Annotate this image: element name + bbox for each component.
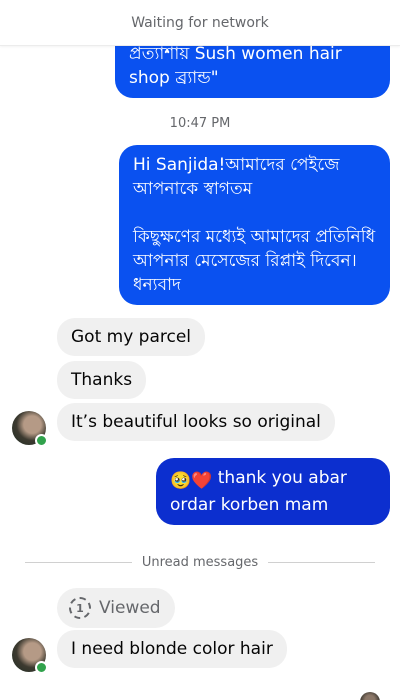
message-text: It’s beautiful looks so original	[71, 412, 321, 432]
message-text: Got my parcel	[71, 327, 192, 347]
network-status-text: Waiting for network	[131, 14, 269, 31]
view-once-icon: 1	[69, 597, 91, 619]
online-status-icon	[35, 661, 48, 674]
message-text: প্রত্যাশায় Sush women hair shop ব্র্যান…	[129, 44, 342, 88]
view-once-media[interactable]: 1 Viewed	[57, 588, 175, 628]
message-text: Hi Sanjida!আমাদের পেইজে আপনাকে স্বাগতম	[133, 155, 340, 199]
incoming-message-bubble[interactable]: I need blonde color hair	[57, 630, 287, 668]
incoming-message-bubble[interactable]: Got my parcel	[57, 318, 206, 356]
outgoing-message-bubble[interactable]: Hi Sanjida!আমাদের পেইজে আপনাকে স্বাগতম ক…	[119, 145, 390, 305]
sender-avatar[interactable]	[12, 638, 48, 674]
divider-line	[268, 561, 376, 563]
message-text: কিছুক্ষণের মধ্যেই আমাদের প্রতিনিধি আপনার…	[133, 227, 376, 295]
emoji-icon: 🥹❤️	[170, 471, 213, 491]
outgoing-message-bubble[interactable]: 🥹❤️ thank you abar ordar korben mam	[156, 458, 390, 525]
divider-line	[25, 561, 132, 563]
message-text: I need blonde color hair	[71, 639, 273, 659]
unread-divider: Unread messages	[25, 552, 376, 572]
network-status-bar: Waiting for network	[0, 0, 400, 46]
incoming-message-bubble[interactable]: It’s beautiful looks so original	[57, 403, 335, 441]
seen-avatar	[360, 692, 380, 700]
viewed-label: Viewed	[99, 598, 161, 618]
incoming-message-bubble[interactable]: Thanks	[57, 361, 147, 399]
unread-label: Unread messages	[141, 554, 259, 570]
sender-avatar[interactable]	[12, 411, 48, 447]
message-timestamp: 10:47 PM	[169, 116, 231, 131]
message-thread[interactable]: প্রত্যাশায় Sush women hair shop ব্র্যান…	[0, 0, 400, 700]
message-text: Thanks	[71, 370, 133, 390]
online-status-icon	[35, 434, 48, 447]
